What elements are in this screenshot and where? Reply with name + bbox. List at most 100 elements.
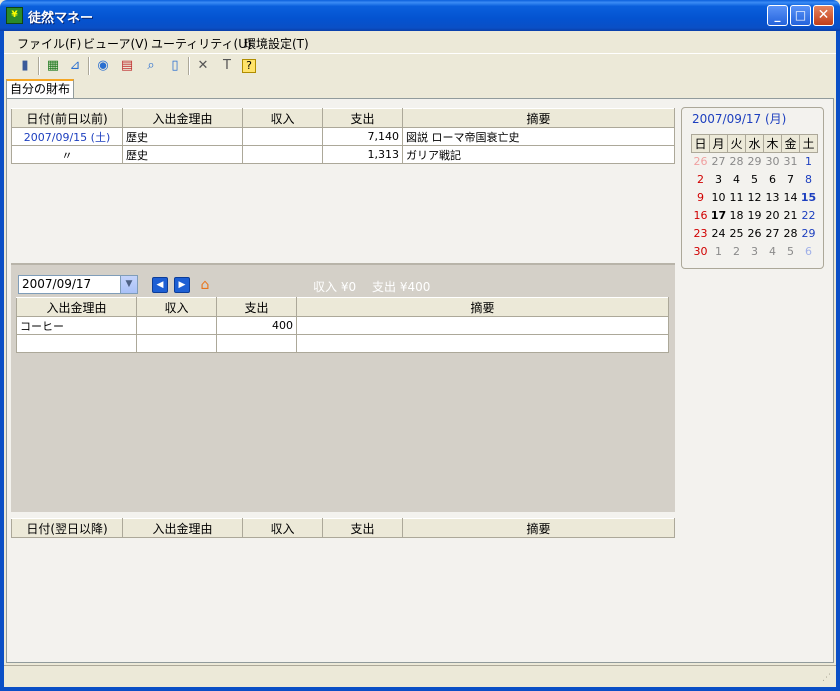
cell-date[interactable]: 〃 bbox=[11, 145, 123, 164]
table-row[interactable] bbox=[16, 334, 669, 353]
hammer-icon[interactable]: T bbox=[218, 57, 236, 75]
col-reason[interactable]: 入出金理由 bbox=[122, 518, 243, 538]
calendar-day[interactable]: 13 bbox=[764, 189, 782, 207]
calendar-day[interactable]: 22 bbox=[800, 207, 818, 225]
calendar-day[interactable]: 5 bbox=[746, 171, 764, 189]
calendar-day[interactable]: 27 bbox=[710, 153, 728, 171]
calendar-day[interactable]: 6 bbox=[764, 171, 782, 189]
col-memo[interactable]: 摘要 bbox=[296, 297, 669, 317]
calendar-day[interactable]: 31 bbox=[782, 153, 800, 171]
calendar-day[interactable]: 30 bbox=[692, 243, 710, 261]
cell-reason[interactable]: 歴史 bbox=[122, 145, 243, 164]
next-day-button[interactable]: ▶ bbox=[174, 277, 190, 293]
calendar-day[interactable]: 25 bbox=[728, 225, 746, 243]
chart-icon[interactable]: ⊿ bbox=[66, 57, 84, 75]
calendar-day[interactable]: 9 bbox=[692, 189, 710, 207]
calendar-day[interactable]: 30 bbox=[764, 153, 782, 171]
calendar-day[interactable]: 21 bbox=[782, 207, 800, 225]
tab-my-wallet[interactable]: 自分の財布 bbox=[6, 79, 74, 99]
cell-memo[interactable]: ガリア戦記 bbox=[402, 145, 675, 164]
calendar-day[interactable]: 26 bbox=[692, 153, 710, 171]
table-row[interactable]: 〃 歴史 1,313 ガリア戦記 bbox=[11, 145, 675, 164]
calendar-day[interactable]: 5 bbox=[782, 243, 800, 261]
col-expense[interactable]: 支出 bbox=[322, 518, 403, 538]
col-income[interactable]: 収入 bbox=[242, 108, 323, 128]
cell-income[interactable] bbox=[136, 334, 217, 353]
tools-icon[interactable]: ✕ bbox=[194, 57, 212, 75]
help-icon[interactable]: ? bbox=[242, 59, 256, 73]
calendar-day[interactable]: 26 bbox=[746, 225, 764, 243]
calendar-day[interactable]: 2 bbox=[728, 243, 746, 261]
resize-grip-icon[interactable]: ⋰ bbox=[822, 673, 834, 685]
table-row[interactable]: 2007/09/15 (土) 歴史 7,140 図説 ローマ帝国衰亡史 bbox=[11, 127, 675, 146]
col-reason[interactable]: 入出金理由 bbox=[16, 297, 137, 317]
calendar-day[interactable]: 6 bbox=[800, 243, 818, 261]
calendar-day[interactable]: 15 bbox=[800, 189, 818, 207]
date-picker[interactable]: 2007/09/17 ▼ bbox=[18, 275, 138, 294]
calendar-day[interactable]: 4 bbox=[764, 243, 782, 261]
calendar-day[interactable]: 20 bbox=[764, 207, 782, 225]
cell-expense[interactable] bbox=[216, 334, 297, 353]
calendar-day[interactable]: 1 bbox=[710, 243, 728, 261]
cell-expense[interactable]: 400 bbox=[216, 316, 297, 335]
prev-day-button[interactable]: ◀ bbox=[152, 277, 168, 293]
col-income[interactable]: 収入 bbox=[242, 518, 323, 538]
calendar-day[interactable]: 29 bbox=[800, 225, 818, 243]
calendar-day[interactable]: 29 bbox=[746, 153, 764, 171]
calendar-day[interactable]: 19 bbox=[746, 207, 764, 225]
cell-date[interactable]: 2007/09/15 (土) bbox=[11, 127, 123, 146]
cell-reason[interactable]: コーヒー bbox=[16, 316, 137, 335]
col-memo[interactable]: 摘要 bbox=[402, 108, 675, 128]
table-row[interactable]: コーヒー 400 bbox=[16, 316, 669, 335]
cell-income[interactable] bbox=[242, 127, 323, 146]
cell-expense[interactable]: 1,313 bbox=[322, 145, 403, 164]
calendar-day[interactable]: 23 bbox=[692, 225, 710, 243]
globe-icon[interactable]: ◉ bbox=[94, 57, 112, 75]
sheet-icon[interactable]: ▦ bbox=[44, 57, 62, 75]
calendar-day[interactable]: 8 bbox=[800, 171, 818, 189]
cell-expense[interactable]: 7,140 bbox=[322, 127, 403, 146]
col-date[interactable]: 日付(翌日以降) bbox=[11, 518, 123, 538]
calendar-day[interactable]: 3 bbox=[710, 171, 728, 189]
chevron-down-icon[interactable]: ▼ bbox=[120, 276, 137, 293]
calendar-day[interactable]: 14 bbox=[782, 189, 800, 207]
calendar-day[interactable]: 11 bbox=[728, 189, 746, 207]
col-expense[interactable]: 支出 bbox=[322, 108, 403, 128]
cell-reason[interactable] bbox=[16, 334, 137, 353]
cell-memo[interactable] bbox=[296, 316, 669, 335]
cell-income[interactable] bbox=[242, 145, 323, 164]
data-icon[interactable]: ▤ bbox=[118, 57, 136, 75]
maximize-button[interactable]: □ bbox=[790, 5, 811, 26]
calendar-day[interactable]: 28 bbox=[728, 153, 746, 171]
col-date[interactable]: 日付(前日以前) bbox=[11, 108, 123, 128]
col-memo[interactable]: 摘要 bbox=[402, 518, 675, 538]
close-button[interactable]: ✕ bbox=[813, 5, 834, 26]
calendar-day[interactable]: 7 bbox=[782, 171, 800, 189]
menu-viewer[interactable]: ビューア(V) bbox=[83, 35, 148, 52]
col-income[interactable]: 収入 bbox=[136, 297, 217, 317]
title-bar[interactable]: ¥ 徒然マネー _ □ ✕ bbox=[0, 0, 840, 31]
calendar-day[interactable]: 10 bbox=[710, 189, 728, 207]
menu-settings[interactable]: 環境設定(T) bbox=[244, 35, 309, 52]
minimize-button[interactable]: _ bbox=[767, 5, 788, 26]
cell-income[interactable] bbox=[136, 316, 217, 335]
calendar-day[interactable]: 18 bbox=[728, 207, 746, 225]
col-expense[interactable]: 支出 bbox=[216, 297, 297, 317]
calendar-day[interactable]: 2 bbox=[692, 171, 710, 189]
home-icon[interactable]: ⌂ bbox=[196, 276, 214, 294]
cell-reason[interactable]: 歴史 bbox=[122, 127, 243, 146]
calendar-day[interactable]: 28 bbox=[782, 225, 800, 243]
calendar-day-today[interactable]: 17 bbox=[710, 207, 728, 225]
calendar-day[interactable]: 16 bbox=[692, 207, 710, 225]
calendar-day[interactable]: 24 bbox=[710, 225, 728, 243]
calendar-day[interactable]: 12 bbox=[746, 189, 764, 207]
search-icon[interactable]: ⌕ bbox=[142, 57, 160, 75]
calendar-day[interactable]: 4 bbox=[728, 171, 746, 189]
calendar-day[interactable]: 27 bbox=[764, 225, 782, 243]
cell-memo[interactable]: 図説 ローマ帝国衰亡史 bbox=[402, 127, 675, 146]
col-reason[interactable]: 入出金理由 bbox=[122, 108, 243, 128]
menu-file[interactable]: ファイル(F) bbox=[17, 35, 81, 52]
calendar-day[interactable]: 3 bbox=[746, 243, 764, 261]
exit-icon[interactable]: ▮ bbox=[16, 57, 34, 75]
menu-utility[interactable]: ユーティリティ(U) bbox=[151, 35, 252, 52]
